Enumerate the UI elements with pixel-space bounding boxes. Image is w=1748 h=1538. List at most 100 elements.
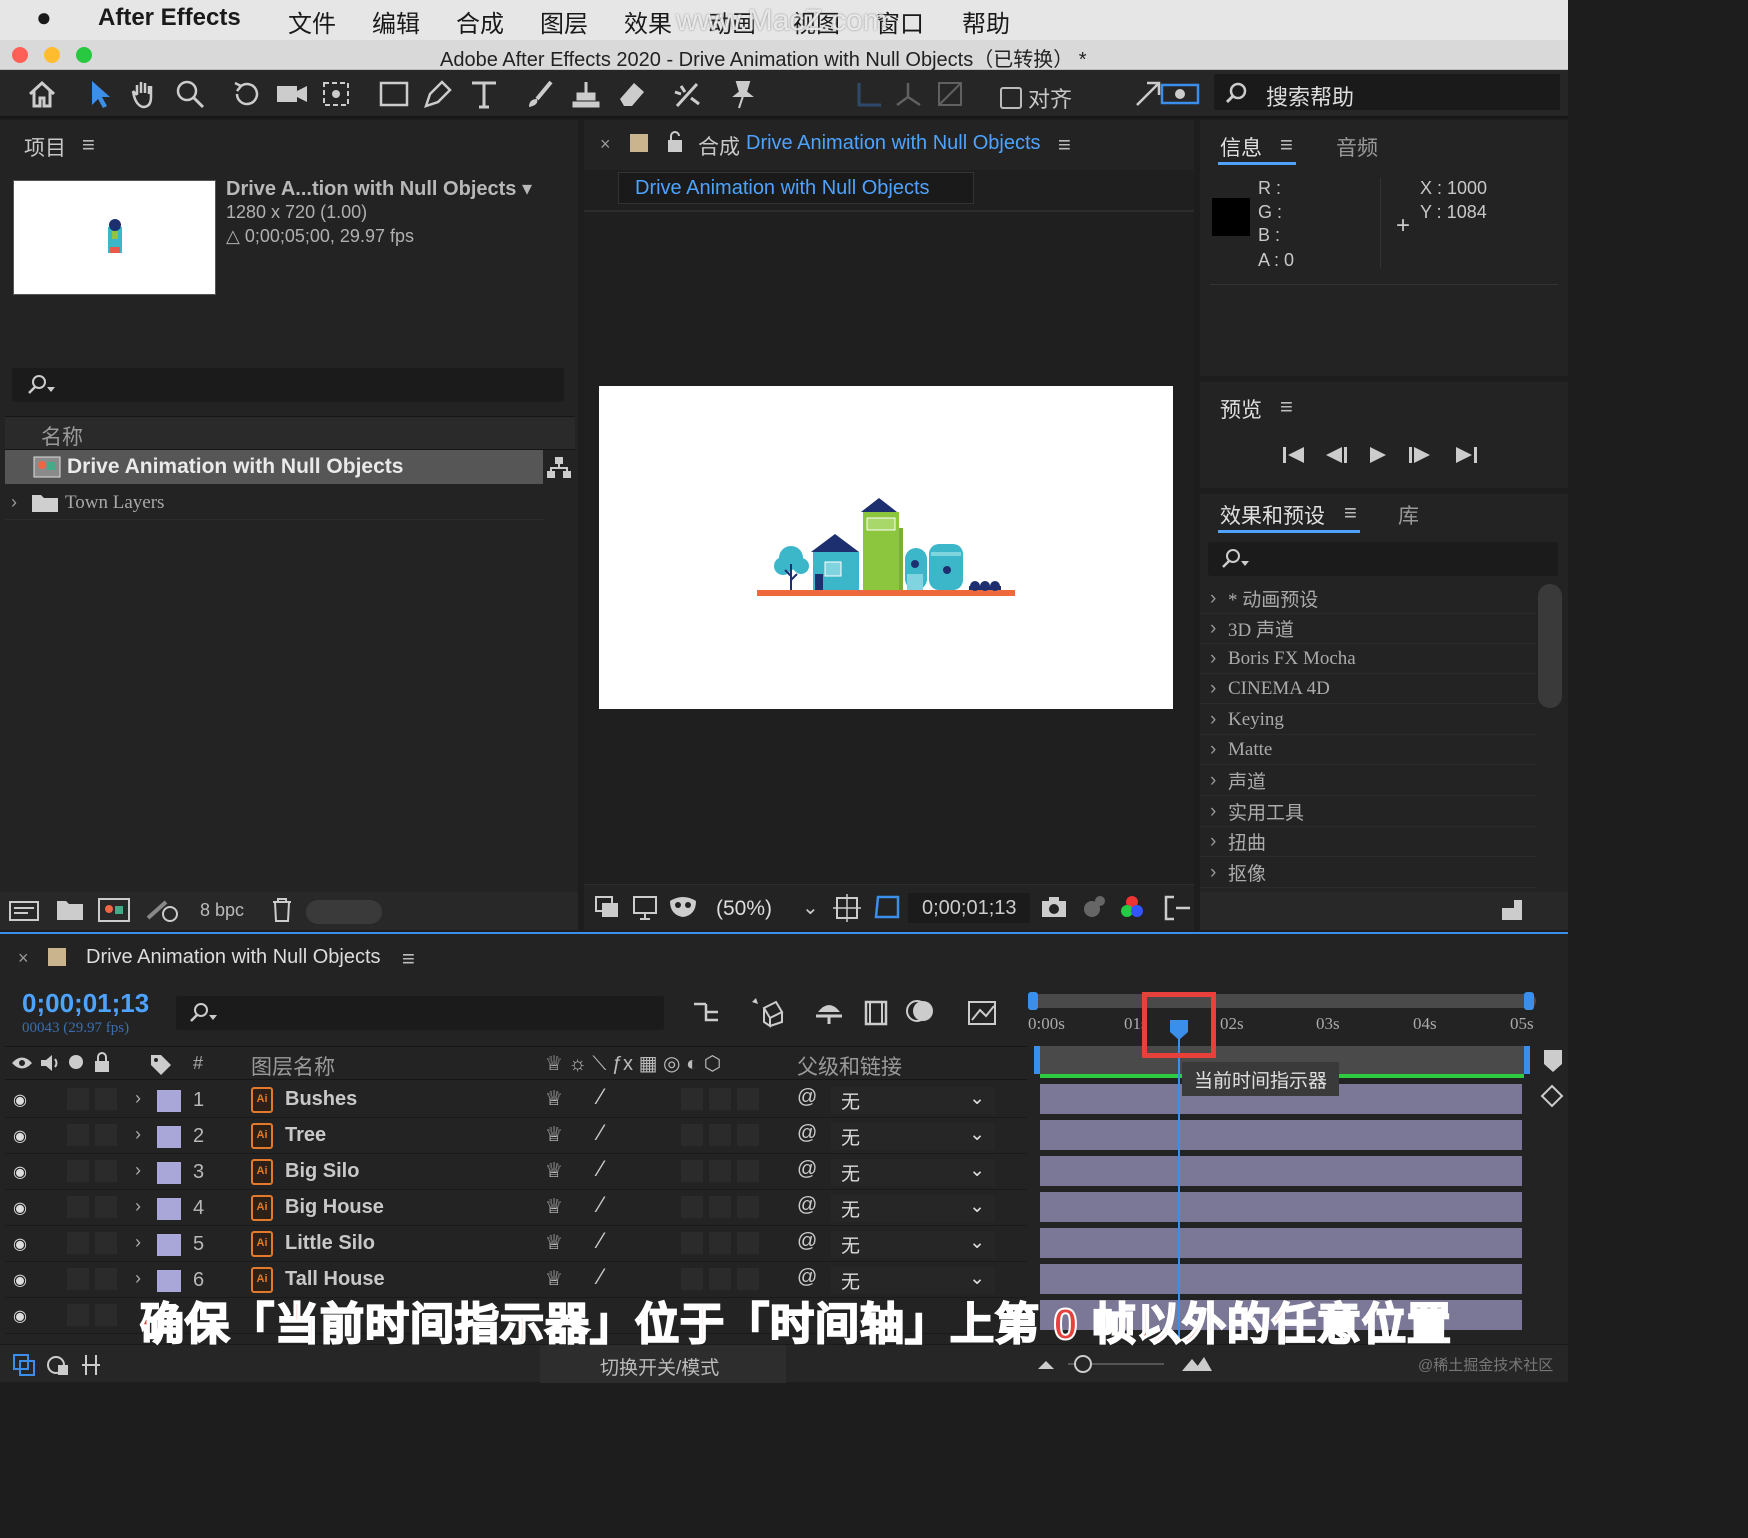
parent-column-header[interactable]: 父级和链接	[797, 1051, 902, 1081]
home-icon[interactable]	[24, 76, 60, 112]
monitor-icon[interactable]	[632, 895, 658, 921]
axis-local-icon[interactable]	[850, 76, 886, 112]
composition-canvas[interactable]	[599, 386, 1173, 709]
switch-box[interactable]	[737, 1232, 759, 1254]
pickwhip-icon[interactable]: @	[797, 1194, 817, 1217]
switch-box[interactable]	[709, 1232, 731, 1254]
comp-marker-icon[interactable]	[1542, 1048, 1564, 1074]
pan-behind-tool-icon[interactable]	[318, 76, 354, 112]
switch-box[interactable]	[737, 1196, 759, 1218]
switch-box[interactable]	[709, 1268, 731, 1290]
chevron-right-icon[interactable]: ›	[1210, 648, 1228, 670]
audio-header-icon[interactable]	[39, 1053, 61, 1073]
chevron-right-icon[interactable]: ›	[1210, 801, 1228, 823]
solo-toggle[interactable]	[67, 1232, 89, 1254]
selection-tool-icon[interactable]	[82, 76, 118, 112]
layer-name[interactable]: Bushes	[285, 1088, 357, 1111]
layer-name-column-header[interactable]: 图层名称	[251, 1051, 335, 1081]
viewer-timecode[interactable]: 0;00;01;13	[908, 893, 1030, 923]
menu-effect[interactable]: 效果	[624, 4, 672, 39]
info-panel-menu-icon[interactable]: ≡	[1280, 132, 1293, 158]
preview-title[interactable]: 预览	[1220, 394, 1262, 424]
eye-header-icon[interactable]	[11, 1055, 33, 1071]
project-item-comp[interactable]: Drive Animation with Null Objects	[5, 450, 543, 484]
eye-icon[interactable]: ◉	[13, 1126, 27, 1146]
effects-search-field[interactable]	[1208, 542, 1558, 576]
pickwhip-icon[interactable]: @	[797, 1086, 817, 1109]
switch-box[interactable]	[681, 1088, 703, 1110]
current-timecode[interactable]: 0;00;01;13	[22, 988, 149, 1019]
clone-stamp-tool-icon[interactable]	[568, 76, 604, 112]
quality-switch-icon[interactable]: ⁄	[599, 1084, 603, 1110]
chevron-right-icon[interactable]: ›	[1210, 770, 1228, 792]
in-out-icon[interactable]	[80, 1353, 102, 1377]
keyframe-nav-icon[interactable]	[1540, 1084, 1564, 1110]
layer-name[interactable]: Big House	[285, 1196, 384, 1219]
pickwhip-icon[interactable]: @	[797, 1158, 817, 1181]
channels-icon[interactable]	[1118, 893, 1146, 921]
switch-box[interactable]	[709, 1160, 731, 1182]
thumbnail-toggle[interactable]	[306, 900, 382, 924]
chevron-down-icon[interactable]: ⌄	[969, 1231, 985, 1254]
tab-library[interactable]: 库	[1398, 500, 1419, 530]
shy-switch-icon[interactable]: ♕	[545, 1086, 563, 1111]
chevron-right-icon[interactable]: ›	[1210, 831, 1228, 853]
minimize-window-button[interactable]	[44, 47, 60, 63]
axis-view-icon[interactable]	[932, 76, 968, 112]
layer-row[interactable]: ◉ › 3 Ai Big Silo ♕ ⁄ @ 无 ⌄	[5, 1154, 1027, 1190]
chevron-right-icon[interactable]: ›	[135, 1088, 141, 1109]
switch-box[interactable]	[709, 1088, 731, 1110]
chevron-right-icon[interactable]: ›	[1210, 618, 1228, 640]
parent-dropdown[interactable]: 无 ⌄	[831, 1087, 995, 1114]
lock-toggle[interactable]	[95, 1196, 117, 1218]
layer-duration-bar[interactable]	[1040, 1228, 1522, 1258]
menu-edit[interactable]: 编辑	[372, 4, 420, 39]
eye-icon[interactable]: ◉	[13, 1270, 27, 1290]
zoom-slider-handle[interactable]	[1074, 1355, 1092, 1373]
chevron-right-icon[interactable]: ›	[1210, 588, 1228, 610]
switch-box[interactable]	[737, 1268, 759, 1290]
align-checkbox[interactable]: 对齐	[1000, 82, 1072, 114]
switch-box[interactable]	[681, 1232, 703, 1254]
effects-category[interactable]: › 声道	[1200, 766, 1536, 796]
chevron-right-icon[interactable]: ›	[135, 1268, 141, 1289]
lock-toggle[interactable]	[95, 1088, 117, 1110]
layer-color-label[interactable]	[157, 1234, 181, 1256]
parent-dropdown[interactable]: 无 ⌄	[831, 1123, 995, 1150]
effects-category[interactable]: › CINEMA 4D	[1200, 674, 1536, 704]
effects-category[interactable]: › Keying	[1200, 705, 1536, 735]
project-search-field[interactable]	[12, 368, 564, 402]
solo-toggle[interactable]	[67, 1304, 89, 1326]
layer-duration-bar[interactable]	[1040, 1120, 1522, 1150]
name-column-header[interactable]: 名称	[41, 421, 83, 451]
lock-toggle[interactable]	[95, 1160, 117, 1182]
switch-box[interactable]	[681, 1268, 703, 1290]
magnification-dropdown[interactable]: (50%) ⌄	[710, 893, 822, 923]
solo-toggle[interactable]	[67, 1124, 89, 1146]
new-folder-icon[interactable]	[56, 898, 84, 922]
puppet-pin-tool-icon[interactable]	[724, 76, 760, 112]
effects-panel-menu-icon[interactable]: ≡	[1344, 500, 1357, 526]
always-preview-icon[interactable]	[594, 895, 620, 921]
effects-category[interactable]: › * 动画预设	[1200, 584, 1536, 614]
next-frame-icon[interactable]	[1408, 446, 1432, 464]
workspace-settings-icon[interactable]	[1160, 76, 1200, 112]
mask-visibility-icon[interactable]	[668, 895, 698, 921]
time-ruler[interactable]: 0:00s 01s 02s 03s 04s 05s	[1028, 1010, 1538, 1044]
hand-tool-icon[interactable]	[126, 76, 162, 112]
solo-toggle[interactable]	[67, 1196, 89, 1218]
switch-box[interactable]	[681, 1160, 703, 1182]
comp-panel-menu-icon[interactable]: ≡	[1058, 132, 1071, 158]
project-panel-menu-icon[interactable]: ≡	[82, 132, 95, 158]
parent-dropdown[interactable]: 无 ⌄	[831, 1159, 995, 1186]
graph-editor-icon[interactable]	[966, 996, 998, 1028]
eye-icon[interactable]: ◉	[13, 1234, 27, 1254]
comp-flowchart-tab[interactable]: Drive Animation with Null Objects	[618, 172, 974, 204]
layer-color-label[interactable]	[157, 1198, 181, 1220]
close-icon[interactable]: ×	[600, 134, 611, 155]
layer-row[interactable]: ◉ › 5 Ai Little Silo ♕ ⁄ @ 无 ⌄	[5, 1226, 1027, 1262]
eraser-tool-icon[interactable]	[614, 76, 650, 112]
layer-row[interactable]: ◉ › 1 Ai Bushes ♕ ⁄ @ 无 ⌄	[5, 1082, 1027, 1118]
motion-blur-icon[interactable]	[906, 996, 936, 1026]
layer-switches-icon[interactable]	[12, 1353, 36, 1377]
